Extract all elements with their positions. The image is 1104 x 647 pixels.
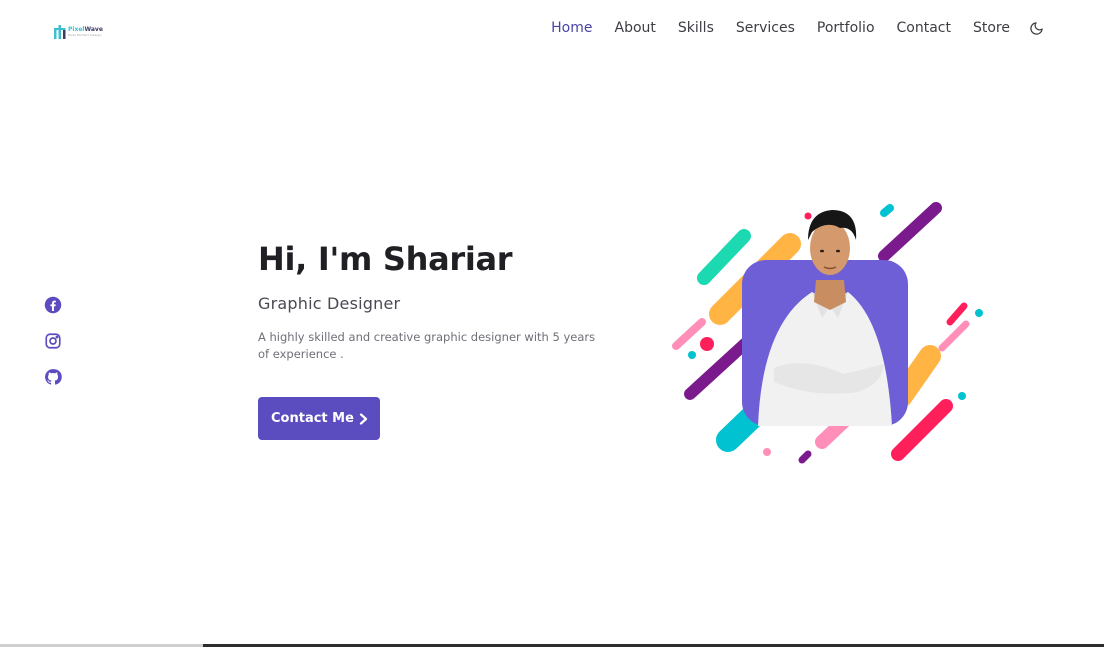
hero-illustration <box>662 196 998 472</box>
logo-text: PixelWave Pixel Perfect Design <box>68 27 103 37</box>
nav-item-portfolio[interactable]: Portfolio <box>817 20 875 36</box>
nav-item-contact[interactable]: Contact <box>897 20 951 36</box>
instagram-link[interactable] <box>44 332 62 350</box>
chevron-right-icon <box>359 412 368 425</box>
hero-subtitle: Graphic Designer <box>258 294 401 313</box>
github-link[interactable] <box>44 368 62 386</box>
nav-item-about[interactable]: About <box>615 20 656 36</box>
social-links <box>44 296 62 386</box>
theme-toggle-button[interactable] <box>1028 20 1044 36</box>
hero-description: A highly skilled and creative graphic de… <box>258 330 596 361</box>
github-icon <box>45 369 62 385</box>
hero-section: Hi, I'm Shariar Graphic Designer A highl… <box>258 240 618 440</box>
brand-tagline: Pixel Perfect Design <box>68 33 102 37</box>
logo[interactable]: PixelWave Pixel Perfect Design <box>54 25 103 39</box>
facebook-icon <box>44 296 62 314</box>
nav-item-services[interactable]: Services <box>736 20 795 36</box>
nav-item-store[interactable]: Store <box>973 20 1010 36</box>
contact-me-button[interactable]: Contact Me <box>258 397 380 440</box>
nav-item-home[interactable]: Home <box>551 20 592 36</box>
hero-title: Hi, I'm Shariar <box>258 240 513 278</box>
logo-mark-icon <box>54 25 66 39</box>
site-header: PixelWave Pixel Perfect Design Home Abou… <box>0 0 1104 62</box>
instagram-icon <box>45 333 61 349</box>
facebook-link[interactable] <box>44 296 62 314</box>
nav-item-skills[interactable]: Skills <box>678 20 714 36</box>
main-nav: Home About Skills Services Portfolio Con… <box>551 20 1044 36</box>
contact-me-label: Contact Me <box>271 411 354 426</box>
moon-icon <box>1029 21 1043 35</box>
hero-illustration-art <box>672 202 983 464</box>
